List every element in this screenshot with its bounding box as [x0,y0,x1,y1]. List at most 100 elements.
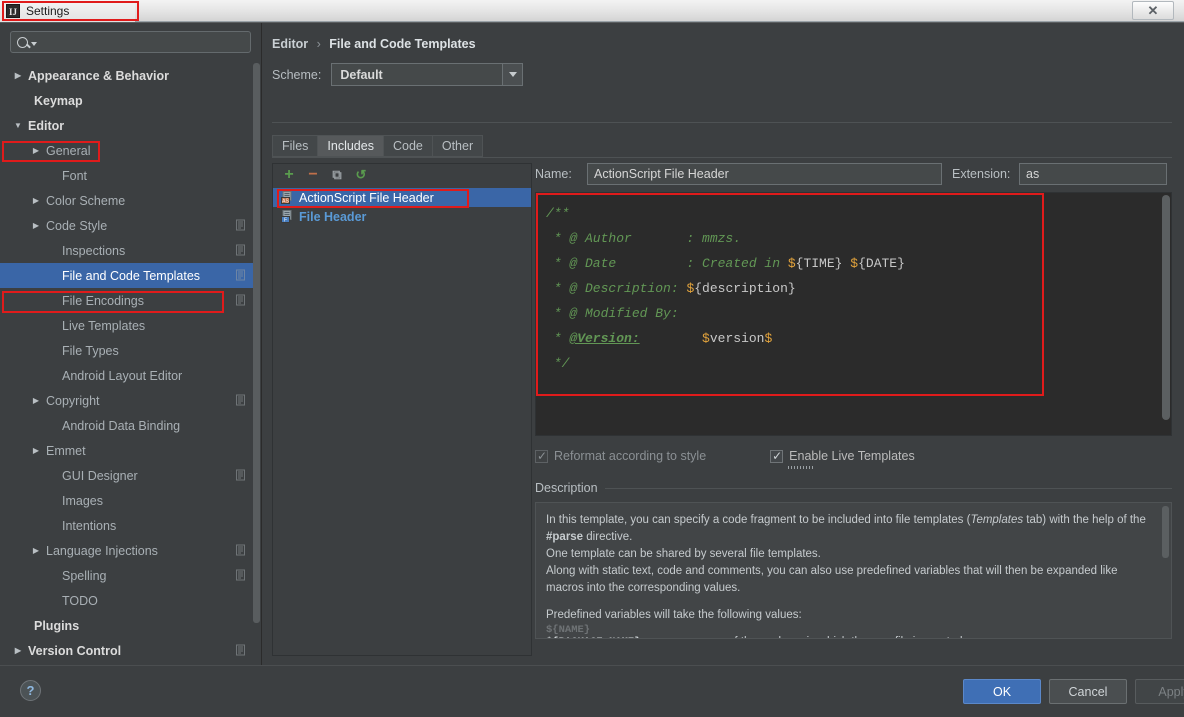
enable-live-templates-checkbox[interactable]: Enable Live Templates [770,449,915,463]
chevron-right-icon[interactable]: ▶ [30,221,42,230]
focus-indicator [788,466,814,469]
sidebar-item-language-injections[interactable]: ▶Language Injections [0,538,253,563]
sidebar-item-code-style[interactable]: ▶Code Style [0,213,253,238]
template-toolbar[interactable]: +−⧉ ↺ [273,164,531,186]
chevron-right-icon[interactable]: ▶ [30,146,42,155]
help-button[interactable]: ? [20,680,41,701]
tab-code[interactable]: Code [383,135,432,157]
sidebar-item-spelling[interactable]: Spelling [0,563,253,588]
sidebar-item-label: Inspections [62,244,125,258]
copy-template-button[interactable]: ⧉ [329,167,345,183]
template-extension-input[interactable] [1019,163,1167,185]
code-token: @Version: [569,331,639,346]
breadcrumb-parent[interactable]: Editor [272,37,308,51]
description-scrollbar-thumb[interactable] [1162,506,1169,558]
ok-button[interactable]: OK [963,679,1041,704]
template-list-item[interactable]: ASActionScript File Header [273,188,531,207]
sidebar-item-general[interactable]: ▶ General [0,138,253,163]
template-tabs[interactable]: FilesIncludesCodeOther [272,135,483,157]
desc-1-italic: Templates [970,514,1023,526]
search-input[interactable] [40,35,244,49]
sidebar-item-font[interactable]: Font [0,163,253,188]
sidebar-item-live-templates[interactable]: Live Templates [0,313,253,338]
project-settings-icon [235,644,247,656]
code-line: /** [546,201,1171,226]
code-scrollbar-thumb[interactable] [1162,195,1170,420]
sidebar-scrollbar[interactable] [253,63,260,663]
extension-label: Extension: [952,167,1019,181]
add-template-button[interactable]: + [281,167,297,183]
sidebar-item-android-layout-editor[interactable]: Android Layout Editor [0,363,253,388]
checkbox-box-reformat[interactable] [535,450,548,463]
sidebar-item-label: General [46,144,90,158]
chevron-right-icon[interactable]: ▶ [30,446,42,455]
template-list-item[interactable]: FFile Header [273,207,531,226]
sidebar-item-version-control[interactable]: ▶Version Control [0,638,253,663]
template-code-editor[interactable]: /** * @ Author : mmzs. * @ Date : Create… [535,192,1172,436]
scheme-value: Default [332,68,382,82]
sidebar-item-file-and-code-templates[interactable]: File and Code Templates [0,263,253,288]
sidebar-item-todo[interactable]: TODO [0,588,253,613]
template-item-label: File Header [299,210,366,224]
project-settings-icon [235,569,247,581]
titlebar-left: IJ Settings [0,0,135,22]
remove-template-button[interactable]: − [305,167,321,183]
sidebar-item-label: Intentions [62,519,116,533]
chevron-down-icon[interactable]: ▼ [12,121,24,130]
apply-button[interactable]: Apply [1135,679,1184,704]
checkbox-box-live-templates[interactable] [770,450,783,463]
project-settings-icon [235,394,247,406]
search-dropdown-icon[interactable] [31,42,37,46]
sidebar-item-gui-designer[interactable]: GUI Designer [0,463,253,488]
reformat-according-to-style-checkbox[interactable]: Reformat according to style [535,449,706,463]
sidebar-item-color-scheme[interactable]: ▶Color Scheme [0,188,253,213]
code-token: * @ Modified By: [546,306,679,321]
close-window-button[interactable]: ✕ [1132,1,1174,20]
breadcrumb-separator-icon: › [317,37,321,51]
sidebar-item-plugins[interactable]: Plugins [0,613,253,638]
sidebar-item-label: Plugins [34,619,79,633]
sidebar-item-label: File Types [62,344,119,358]
search-icon [17,37,28,48]
window-titlebar: IJ Settings ✕ [0,0,1184,22]
chevron-right-icon[interactable]: ▶ [12,71,24,80]
sidebar-scrollbar-thumb[interactable] [253,63,260,623]
chevron-right-icon[interactable]: ▶ [30,546,42,555]
scheme-dropdown[interactable]: Default [331,63,523,86]
description-panel: In this template, you can specify a code… [535,502,1172,639]
template-name-input[interactable] [587,163,942,185]
tab-other[interactable]: Other [432,135,483,157]
cancel-button[interactable]: Cancel [1049,679,1127,704]
sidebar-item-emmet[interactable]: ▶Emmet [0,438,253,463]
desc-1b: tab) with the help of the [1023,514,1146,526]
reset-template-button[interactable]: ↺ [353,167,369,183]
chevron-down-icon[interactable] [502,64,522,85]
tab-includes[interactable]: Includes [317,135,383,157]
search-box[interactable] [10,31,251,53]
chevron-right-icon[interactable]: ▶ [30,196,42,205]
template-list[interactable]: ASActionScript File HeaderFFile Header [273,188,531,655]
sidebar-item-file-encodings[interactable]: File Encodings [0,288,253,313]
chevron-right-icon[interactable]: ▶ [30,396,42,405]
project-settings-icon [235,244,247,256]
sidebar-item-inspections[interactable]: Inspections [0,238,253,263]
code-line: * @ Date : Created in ${TIME} ${DATE} [546,251,1171,276]
sidebar-item-keymap[interactable]: Keymap [0,88,253,113]
sidebar-item-intentions[interactable]: Intentions [0,513,253,538]
tab-files[interactable]: Files [272,135,317,157]
sidebar-item-editor[interactable]: ▼Editor [0,113,253,138]
sidebar-item-copyright[interactable]: ▶Copyright [0,388,253,413]
sidebar-item-label: Font [62,169,87,183]
template-editor-column: Name: Extension: /** * @ Author : mmzs. … [535,163,1172,656]
code-scrollbar[interactable] [1162,195,1170,421]
settings-tree[interactable]: ▶Appearance & BehaviorKeymap▼Editor ▶ Gene… [0,63,253,666]
description-scrollbar[interactable] [1162,506,1169,635]
variable-description: name of the package in which the new fil… [696,634,963,639]
sidebar-item-android-data-binding[interactable]: Android Data Binding [0,413,253,438]
sidebar-item-images[interactable]: Images [0,488,253,513]
chevron-right-icon[interactable]: ▶ [12,646,24,655]
sidebar-item-label: TODO [62,594,98,608]
sidebar-item-file-types[interactable]: File Types [0,338,253,363]
template-code-text[interactable]: /** * @ Author : mmzs. * @ Date : Create… [536,193,1171,376]
sidebar-item-appearance-behavior[interactable]: ▶Appearance & Behavior [0,63,253,88]
